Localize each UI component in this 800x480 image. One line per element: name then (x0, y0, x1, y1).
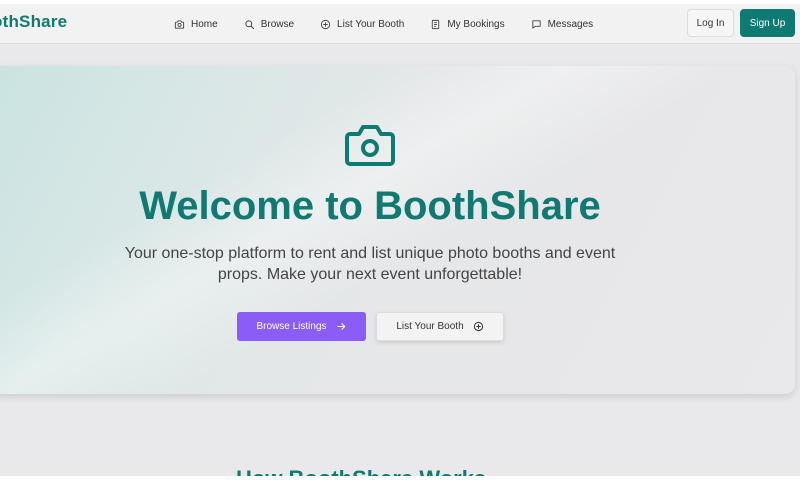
nav-item-home[interactable]: Home (174, 4, 218, 44)
camera-icon (174, 19, 185, 29)
list-your-booth-button[interactable]: List Your Booth (376, 312, 504, 341)
nav-links: Home Browse List Your Booth My Bookings (174, 4, 619, 44)
nav-item-list-your-booth[interactable]: List Your Booth (320, 4, 404, 44)
bottom-edge (0, 476, 800, 480)
signup-button[interactable]: Sign Up (740, 9, 795, 37)
navbar: othShare Home Browse List Your Booth (0, 4, 800, 44)
plus-circle-icon (320, 19, 331, 29)
login-button[interactable]: Log In (687, 9, 734, 37)
browse-listings-button[interactable]: Browse Listings (237, 312, 366, 341)
nav-item-my-bookings[interactable]: My Bookings (430, 4, 505, 44)
button-label: Browse Listings (256, 321, 327, 332)
button-label: List Your Booth (396, 321, 464, 332)
message-icon (531, 19, 541, 29)
hero-title: Welcome to BoothShare (139, 184, 601, 228)
arrow-right-icon (336, 323, 345, 330)
bookings-icon (432, 19, 440, 29)
hero-background (0, 66, 795, 394)
nav-item-label: My Bookings (447, 18, 505, 30)
section-heading: How BoothShare Works (236, 466, 636, 476)
camera-icon (345, 125, 395, 166)
nav-item-label: Browse (260, 18, 295, 30)
search-icon (245, 19, 254, 29)
brand-logo[interactable]: othShare (0, 12, 67, 32)
nav-item-messages[interactable]: Messages (531, 4, 594, 44)
hero-subtitle: Your one-stop platform to rent and list … (124, 245, 616, 283)
hero-section (0, 66, 795, 394)
nav-item-label: Home (191, 18, 218, 30)
plus-circle-icon (473, 321, 483, 332)
nav-item-label: List Your Booth (337, 18, 405, 30)
nav-item-label: Messages (547, 18, 594, 30)
nav-item-browse[interactable]: Browse (244, 4, 294, 44)
